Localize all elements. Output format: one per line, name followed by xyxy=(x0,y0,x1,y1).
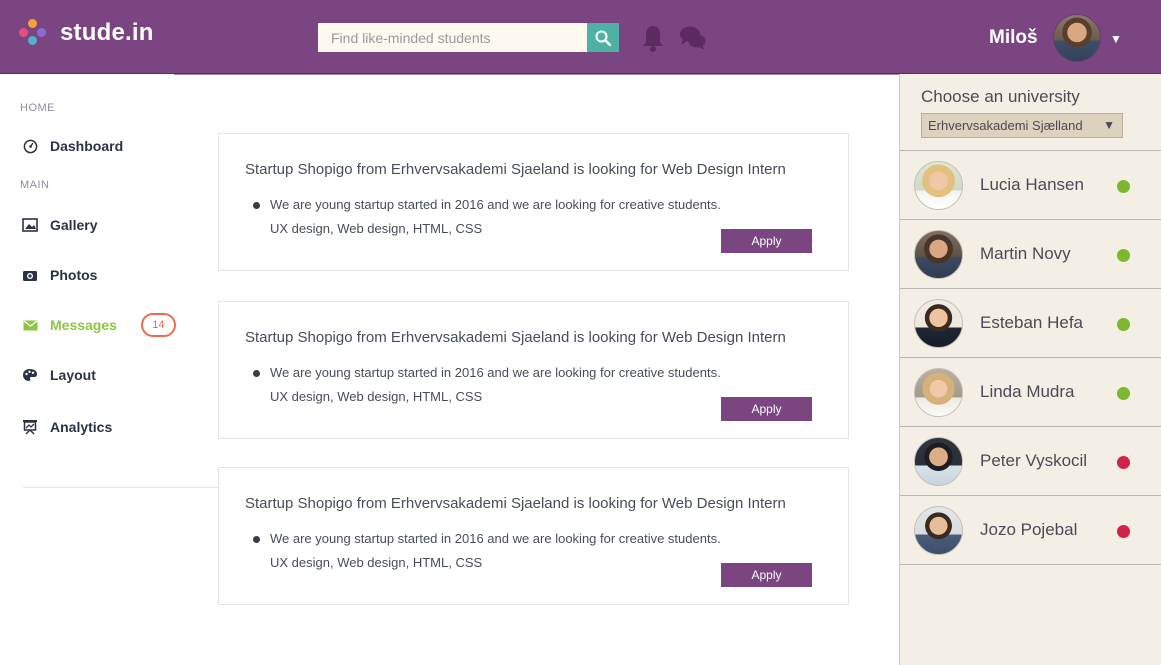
avatar xyxy=(914,437,963,486)
chat-bubbles-icon xyxy=(680,26,706,50)
online-status-icon xyxy=(1117,387,1130,400)
header-divider xyxy=(174,74,899,75)
post-description: We are young startup started in 2016 and… xyxy=(270,197,721,212)
student-list-item[interactable]: Jozo Pojebal xyxy=(900,496,1161,565)
students-panel: Choose an university Erhvervsakademi Sjæ… xyxy=(899,74,1161,665)
user-menu-chevron-icon[interactable]: ▼ xyxy=(1110,32,1122,46)
sidebar-item-label: Messages xyxy=(50,317,117,333)
online-status-icon xyxy=(1117,249,1130,262)
sidebar-item-gallery[interactable]: Gallery xyxy=(22,215,97,235)
messages-count-badge: 14 xyxy=(140,313,176,337)
avatar xyxy=(914,161,963,210)
student-name: Lucia Hansen xyxy=(980,175,1084,194)
search-input[interactable] xyxy=(318,23,587,52)
job-post-card: Startup Shopigo from Erhvervsakademi Sja… xyxy=(218,301,849,439)
offline-status-icon xyxy=(1117,525,1130,538)
messages-button[interactable] xyxy=(679,25,707,56)
post-description: We are young startup started in 2016 and… xyxy=(270,365,721,380)
sidebar: HOME Dashboard MAIN Gallery Photos Messa… xyxy=(0,74,218,665)
student-name: Martin Novy xyxy=(980,244,1071,263)
sidebar-divider xyxy=(23,487,218,488)
student-list-item[interactable]: Linda Mudra xyxy=(900,358,1161,427)
sidebar-heading-main: MAIN xyxy=(20,179,50,191)
post-tags: UX design, Web design, HTML, CSS xyxy=(270,389,483,404)
sidebar-item-label: Analytics xyxy=(50,419,113,435)
search-bar xyxy=(318,23,619,52)
university-heading: Choose an university xyxy=(921,87,1080,106)
camera-icon xyxy=(22,267,38,283)
logo-mark-icon xyxy=(19,18,47,48)
job-post-card: Startup Shopigo from Erhvervsakademi Sja… xyxy=(218,133,849,271)
sidebar-item-dashboard[interactable]: Dashboard xyxy=(22,136,123,156)
logo[interactable]: stude.in xyxy=(19,18,154,48)
sidebar-item-label: Dashboard xyxy=(50,138,124,154)
post-tags: UX design, Web design, HTML, CSS xyxy=(270,221,483,236)
search-button[interactable] xyxy=(587,23,619,52)
job-post-card: Startup Shopigo from Erhvervsakademi Sja… xyxy=(218,467,849,605)
post-tags: UX design, Web design, HTML, CSS xyxy=(270,555,483,570)
student-name: Linda Mudra xyxy=(980,382,1075,401)
apply-button[interactable]: Apply xyxy=(721,397,812,421)
university-selected-value: Erhvervsakademi Sjælland xyxy=(928,118,1083,133)
user-name[interactable]: Miloš xyxy=(989,27,1038,49)
sidebar-item-label: Layout xyxy=(50,367,96,383)
student-name: Jozo Pojebal xyxy=(980,520,1078,539)
student-list-item[interactable]: Peter Vyskocil xyxy=(900,427,1161,496)
notifications-button[interactable] xyxy=(641,24,665,57)
offline-status-icon xyxy=(1117,456,1130,469)
online-status-icon xyxy=(1117,318,1130,331)
bell-icon xyxy=(643,26,663,52)
sidebar-item-layout[interactable]: Layout xyxy=(22,365,96,385)
sidebar-item-analytics[interactable]: Analytics xyxy=(22,417,112,437)
avatar xyxy=(914,368,963,417)
bullet-icon xyxy=(253,370,260,377)
sidebar-heading-home: HOME xyxy=(20,102,55,114)
student-list-item[interactable]: Lucia Hansen xyxy=(900,151,1161,220)
bullet-icon xyxy=(253,536,260,543)
envelope-icon xyxy=(22,317,38,333)
sidebar-item-messages[interactable]: Messages 14 xyxy=(22,313,176,337)
sidebar-item-label: Photos xyxy=(50,267,98,283)
avatar xyxy=(914,299,963,348)
top-navbar: stude.in Miloš ▼ xyxy=(0,0,1161,74)
sidebar-item-photos[interactable]: Photos xyxy=(22,265,97,285)
online-status-icon xyxy=(1117,180,1130,193)
presentation-icon xyxy=(22,419,38,435)
gallery-icon xyxy=(22,217,38,233)
student-list-item[interactable]: Esteban Hefa xyxy=(900,289,1161,358)
dashboard-icon xyxy=(22,138,38,154)
avatar xyxy=(914,230,963,279)
chevron-down-icon: ▼ xyxy=(1103,118,1115,132)
avatar xyxy=(914,506,963,555)
apply-button[interactable]: Apply xyxy=(721,229,812,253)
post-title[interactable]: Startup Shopigo from Erhvervsakademi Sja… xyxy=(245,161,786,178)
post-description: We are young startup started in 2016 and… xyxy=(270,531,721,546)
user-avatar[interactable] xyxy=(1053,14,1101,62)
student-list-item[interactable]: Martin Novy xyxy=(900,220,1161,289)
palette-icon xyxy=(22,367,38,383)
sidebar-item-label: Gallery xyxy=(50,217,98,233)
post-title[interactable]: Startup Shopigo from Erhvervsakademi Sja… xyxy=(245,329,786,346)
university-select[interactable]: Erhvervsakademi Sjælland ▼ xyxy=(921,113,1123,138)
logo-text: stude.in xyxy=(60,19,154,46)
post-title[interactable]: Startup Shopigo from Erhvervsakademi Sja… xyxy=(245,495,786,512)
apply-button[interactable]: Apply xyxy=(721,563,812,587)
student-name: Peter Vyskocil xyxy=(980,451,1088,470)
bullet-icon xyxy=(253,202,260,209)
search-icon xyxy=(595,30,611,46)
student-name: Esteban Hefa xyxy=(980,313,1084,332)
